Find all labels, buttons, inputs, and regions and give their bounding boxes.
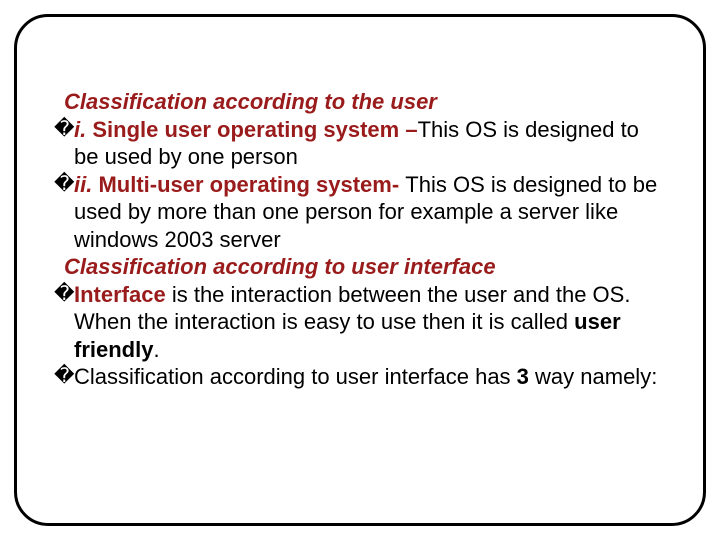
item-title-2: Multi-user operating system- (92, 172, 405, 197)
bullet-item-2: � ii. Multi-user operating system- This … (54, 171, 666, 254)
slide: Classification according to the user � i… (0, 0, 720, 540)
item-text-3b: . (153, 337, 159, 362)
bullet-item-1: � i. Single user operating system –This … (54, 116, 666, 171)
bullet-glyph: � (54, 116, 74, 143)
bullet-item-3: � Interface is the interaction between t… (54, 281, 666, 364)
item-text-4a: Classification according to user interfa… (74, 364, 517, 389)
bullet-body: Classification according to user interfa… (74, 363, 666, 391)
slide-content: Classification according to the user � i… (54, 88, 666, 391)
roman-numeral-2: ii. (74, 172, 92, 197)
bullet-body: i. Single user operating system –This OS… (74, 116, 666, 171)
bullet-item-4: � Classification according to user inter… (54, 363, 666, 391)
bullet-glyph: � (54, 171, 74, 198)
bullet-body: ii. Multi-user operating system- This OS… (74, 171, 666, 254)
bullet-glyph: � (54, 281, 74, 308)
section-heading-2: Classification according to user interfa… (64, 253, 666, 281)
section-heading-1: Classification according to the user (64, 88, 666, 116)
three-term: 3 (517, 364, 529, 389)
roman-numeral-1: i. (74, 117, 86, 142)
item-title-1: Single user operating system – (86, 117, 417, 142)
bullet-glyph: � (54, 363, 74, 390)
bullet-body: Interface is the interaction between the… (74, 281, 666, 364)
item-text-4b: way namely: (529, 364, 657, 389)
interface-term: Interface (74, 282, 166, 307)
